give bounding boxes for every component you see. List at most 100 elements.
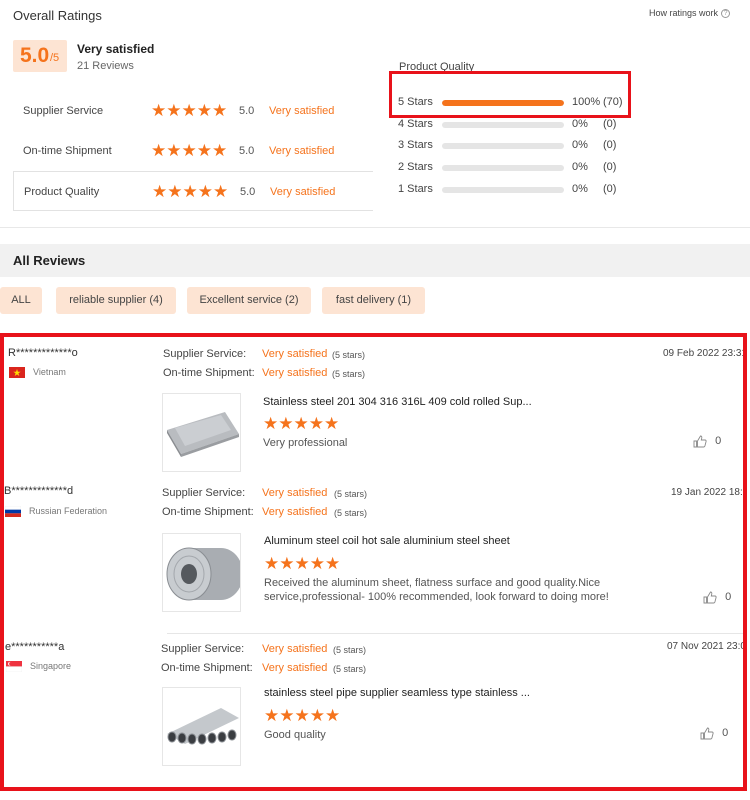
product-name-link[interactable]: stainless steel pipe supplier seamless t… xyxy=(264,687,530,699)
review-star-rating: ★★★★★ xyxy=(263,414,340,433)
rating-bar-label: 1 Stars xyxy=(398,183,433,195)
all-reviews-title: All Reviews xyxy=(13,253,86,268)
rating-bar-track xyxy=(442,143,564,149)
rating-bar-4-stars: 4 Stars 0% (0) xyxy=(398,115,638,135)
supplier-service-label: Supplier Service: xyxy=(163,348,247,360)
metric-row-product-quality[interactable]: Product Quality ★★★★★ 5.0 Very satisfied xyxy=(13,171,373,211)
rating-bar-label: 3 Stars xyxy=(398,139,433,151)
shipment-stars: (5 stars) xyxy=(333,664,367,674)
supplier-service-value: Very satisfied xyxy=(262,643,328,655)
metric-label: On-time Shipment xyxy=(23,145,112,157)
section-divider xyxy=(0,227,750,228)
product-thumbnail[interactable] xyxy=(162,393,241,472)
question-circle-icon: ? xyxy=(721,9,731,19)
metric-score: 5.0 xyxy=(239,145,255,157)
rating-bar-3-stars: 3 Stars 0% (0) xyxy=(398,136,638,156)
rating-bar-count: (0) xyxy=(603,118,617,130)
metric-text: Very satisfied xyxy=(269,105,335,117)
supplier-service-value: Very satisfied xyxy=(262,348,328,360)
thumbs-up-icon xyxy=(703,591,717,604)
thumbs-up-icon xyxy=(700,727,714,740)
shipment-label: On-time Shipment: xyxy=(161,662,253,674)
supplier-service-stars: (5 stars) xyxy=(334,489,368,499)
all-reviews-header xyxy=(0,244,750,277)
rating-bar-count: (0) xyxy=(603,139,617,151)
russia-flag-icon xyxy=(5,506,21,517)
overall-score-value: 5.0 xyxy=(20,44,50,67)
aluminum-coil-image xyxy=(163,534,240,611)
review-comment: Received the aluminum sheet, flatness su… xyxy=(264,577,609,603)
overall-ratings-title: Overall Ratings xyxy=(13,8,102,23)
like-button[interactable]: 0 xyxy=(703,591,731,604)
reviewer-name: e***********a xyxy=(5,641,65,653)
rating-bar-label: 4 Stars xyxy=(398,118,433,130)
like-count: 0 xyxy=(725,591,732,604)
supplier-service-stars: (5 stars) xyxy=(332,350,366,360)
rating-bar-track xyxy=(442,165,564,171)
product-name-link[interactable]: Stainless steel 201 304 316 316L 409 col… xyxy=(263,396,532,408)
metric-row-supplier-service: Supplier Service ★★★★★ 5.0 Very satisfie… xyxy=(13,91,373,131)
rating-bar-label: 2 Stars xyxy=(398,161,433,173)
review-star-rating: ★★★★★ xyxy=(264,554,341,573)
filter-tag-all[interactable]: ALL xyxy=(0,287,42,314)
metric-text: Very satisfied xyxy=(270,186,336,198)
rating-bar-count: (0) xyxy=(603,183,617,195)
supplier-service-label: Supplier Service: xyxy=(162,487,246,499)
star-rating: ★★★★★ xyxy=(151,141,228,160)
metric-label: Supplier Service xyxy=(23,105,104,117)
rating-bar-percent: 0% xyxy=(572,183,588,195)
overall-review-count: 21 Reviews xyxy=(77,60,134,72)
metric-row-on-time-shipment: On-time Shipment ★★★★★ 5.0 Very satisfie… xyxy=(13,131,373,171)
supplier-service-value: Very satisfied xyxy=(262,487,328,499)
rating-bar-2-stars: 2 Stars 0% (0) xyxy=(398,158,638,178)
thumbs-up-icon xyxy=(693,435,707,448)
supplier-service-label: Supplier Service: xyxy=(161,643,245,655)
review-date: 19 Jan 2022 18:0 xyxy=(671,487,747,498)
review-star-rating: ★★★★★ xyxy=(264,706,341,725)
shipment-stars: (5 stars) xyxy=(332,369,366,379)
metric-score: 5.0 xyxy=(240,186,256,198)
rating-bar-1-stars: 1 Stars 0% (0) xyxy=(398,180,638,200)
review-date: 07 Nov 2021 23:02 xyxy=(667,641,747,652)
steel-sheet-image xyxy=(163,394,240,471)
rating-bar-percent: 0% xyxy=(572,118,588,130)
overall-summary-label: Very satisfied xyxy=(77,42,155,56)
reviewer-name: B*************d xyxy=(4,485,74,497)
shipment-value: Very satisfied xyxy=(262,367,328,379)
like-button[interactable]: 0 xyxy=(693,435,721,448)
singapore-flag-icon xyxy=(6,661,22,672)
rating-bar-count: (0) xyxy=(603,161,617,173)
star-rating: ★★★★★ xyxy=(151,101,228,120)
star-rating: ★★★★★ xyxy=(152,182,229,201)
like-count: 0 xyxy=(722,727,729,740)
shipment-value: Very satisfied xyxy=(262,662,328,674)
metric-score: 5.0 xyxy=(239,105,255,117)
review-divider xyxy=(167,633,743,634)
vietnam-flag-icon xyxy=(9,367,25,378)
rating-bar-percent: 0% xyxy=(572,161,588,173)
review-comment: Good quality xyxy=(264,729,326,741)
rating-bar-track xyxy=(442,122,564,128)
filter-tag-reliable-supplier[interactable]: reliable supplier (4) xyxy=(56,287,176,314)
reviewer-country: Russian Federation xyxy=(29,506,108,516)
supplier-service-stars: (5 stars) xyxy=(333,645,367,655)
rating-bar-percent: 0% xyxy=(572,139,588,151)
review-date: 09 Feb 2022 23:31 xyxy=(663,348,747,359)
reviewer-country: Singapore xyxy=(30,661,72,671)
steel-pipe-image xyxy=(163,688,240,765)
product-thumbnail[interactable] xyxy=(162,687,241,766)
how-ratings-work-label: How ratings work xyxy=(649,8,719,18)
filter-tag-excellent-service[interactable]: Excellent service (2) xyxy=(187,287,311,314)
shipment-stars: (5 stars) xyxy=(334,508,368,518)
filter-tag-fast-delivery[interactable]: fast delivery (1) xyxy=(322,287,425,314)
how-ratings-work-link[interactable]: How ratings work? xyxy=(649,8,731,19)
overall-score-max: /5 xyxy=(50,52,60,64)
product-name-link[interactable]: Aluminum steel coil hot sale aluminium s… xyxy=(264,535,510,547)
like-button[interactable]: 0 xyxy=(700,727,728,740)
product-thumbnail[interactable] xyxy=(162,533,241,612)
reviewer-name: R*************o xyxy=(8,347,78,359)
metric-text: Very satisfied xyxy=(269,145,335,157)
shipment-label: On-time Shipment: xyxy=(163,367,255,379)
review-comment: Very professional xyxy=(263,437,348,449)
highlight-box-5-stars xyxy=(389,71,631,118)
